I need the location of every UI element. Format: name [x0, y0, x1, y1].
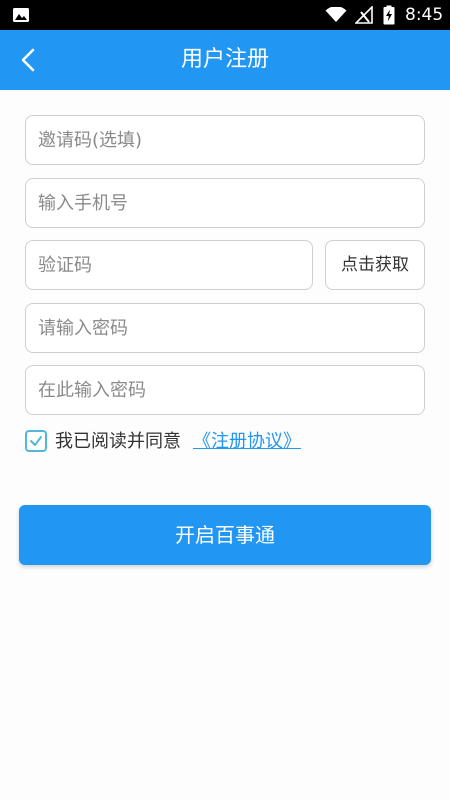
- submit-button[interactable]: 开启百事通: [19, 505, 431, 565]
- password-input[interactable]: [25, 303, 425, 353]
- page-title: 用户注册: [180, 47, 269, 72]
- checkmark-icon: [30, 436, 42, 446]
- app-bar: 用户注册: [0, 30, 450, 90]
- agreement-row: 我已阅读并同意 《注册协议》: [25, 429, 425, 455]
- agreement-link[interactable]: 《注册协议》: [193, 429, 301, 455]
- agreement-text: 我已阅读并同意: [55, 431, 181, 452]
- status-bar: 8:45: [0, 0, 450, 30]
- verification-code-input[interactable]: [25, 240, 313, 290]
- agreement-checkbox[interactable]: [25, 430, 47, 452]
- wifi-icon: [325, 7, 347, 22]
- invite-code-input[interactable]: [25, 115, 425, 165]
- phone-input[interactable]: [25, 178, 425, 228]
- no-signal-icon: [355, 6, 373, 24]
- battery-charging-icon: [383, 5, 395, 25]
- status-time: 8:45: [405, 5, 444, 25]
- get-code-button[interactable]: 点击获取: [325, 240, 425, 290]
- confirm-password-input[interactable]: [25, 365, 425, 415]
- gallery-icon: [13, 8, 29, 22]
